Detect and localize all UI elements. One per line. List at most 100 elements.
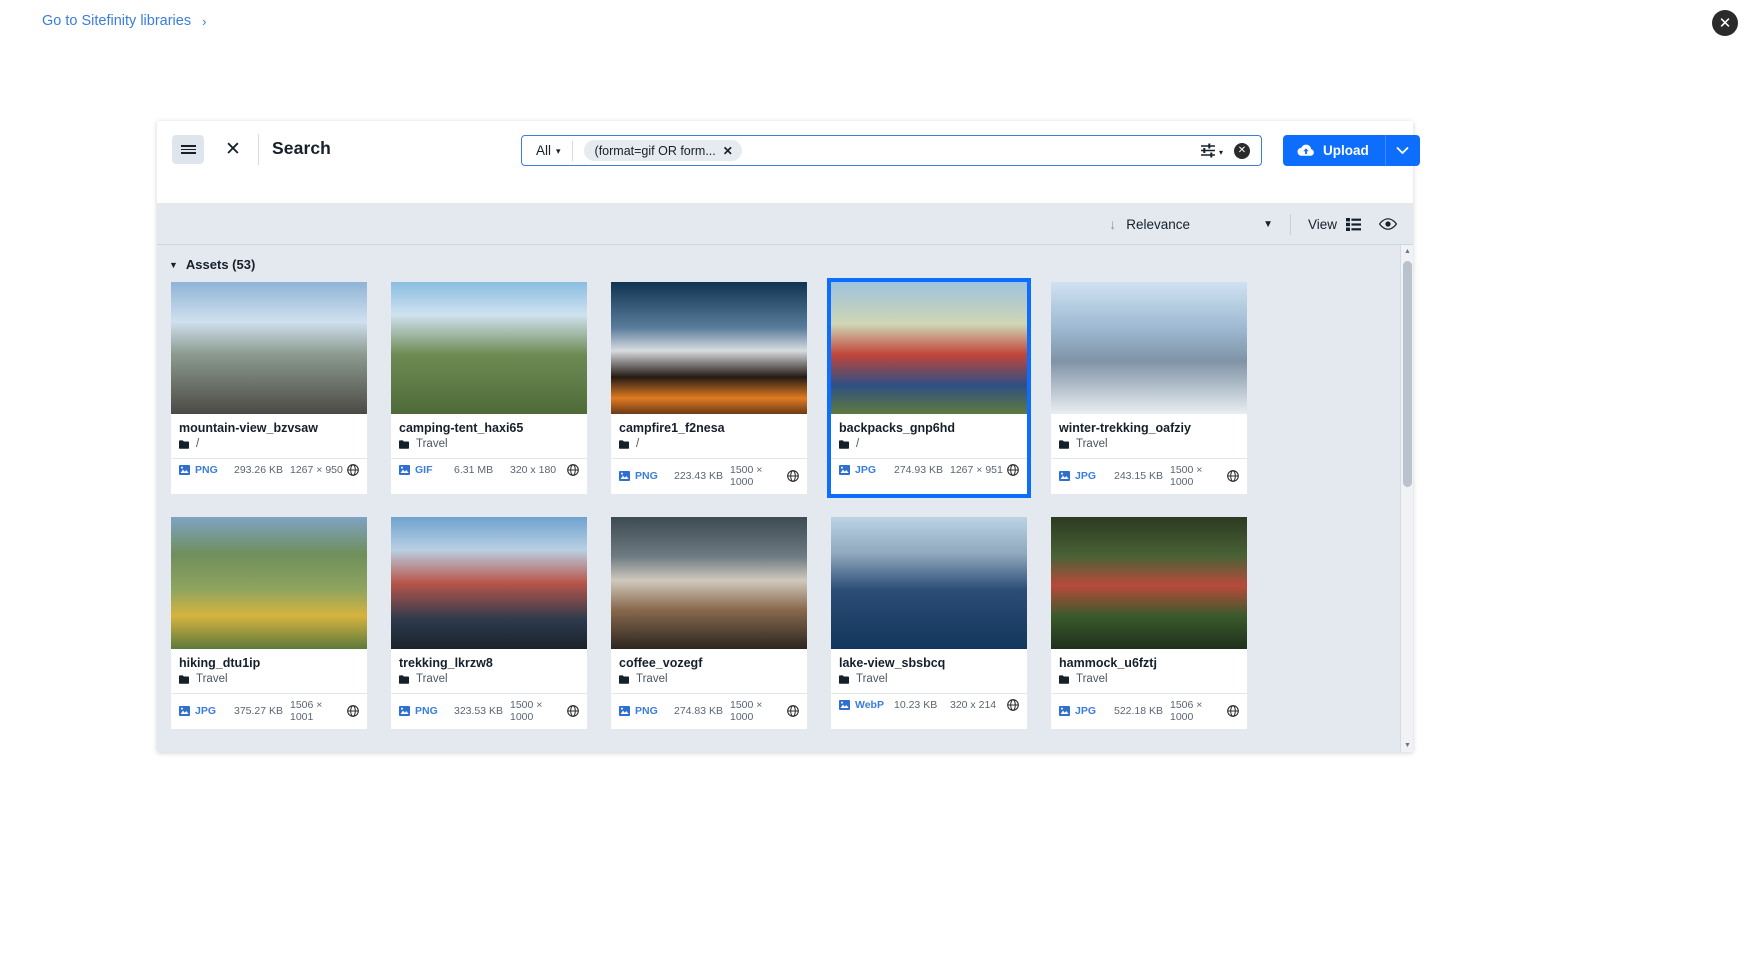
globe-icon[interactable]	[347, 705, 359, 717]
globe-icon[interactable]	[347, 464, 359, 476]
asset-card[interactable]: backpacks_gnp6hd/JPG274.93 KB1267 × 951	[831, 282, 1027, 494]
search-input-container[interactable]: All ▾ (format=gif OR form... ✕	[521, 135, 1262, 166]
asset-info: winter-trekking_oafziyTravel	[1051, 414, 1247, 454]
asset-folder: /	[179, 438, 359, 450]
globe-icon[interactable]	[567, 464, 579, 476]
asset-thumbnail[interactable]	[1051, 517, 1247, 649]
asset-card[interactable]: lake-view_sbsbcqTravelWebP10.23 KB320 x …	[831, 517, 1027, 729]
image-file-icon	[839, 465, 850, 475]
assets-group-header[interactable]: ▼ Assets (53)	[157, 245, 1413, 282]
view-mode-button[interactable]: View	[1308, 217, 1361, 232]
asset-grid: mountain-view_bzvsaw/PNG293.26 KB1267 × …	[157, 282, 1413, 729]
search-filter-chip-label: (format=gif OR form...	[595, 144, 716, 158]
asset-thumbnail[interactable]	[391, 517, 587, 649]
asset-size: 522.18 KB	[1114, 705, 1170, 717]
go-to-sitefinity-libraries-label: Go to Sitefinity libraries	[42, 13, 191, 29]
asset-size: 323.53 KB	[454, 705, 510, 717]
close-overlay-button[interactable]: ✕	[1712, 10, 1738, 36]
scroll-down-button[interactable]: ▼	[1401, 739, 1413, 752]
scope-divider	[572, 141, 573, 161]
asset-thumbnail[interactable]	[831, 517, 1027, 649]
sliders-icon	[1200, 143, 1217, 158]
globe-icon[interactable]	[1007, 699, 1019, 711]
asset-card[interactable]: camping-tent_haxi65TravelGIF6.31 MB320 x…	[391, 282, 587, 494]
asset-meta: PNG323.53 KB1500 × 1000	[391, 693, 587, 729]
vertical-scrollbar[interactable]: ▲ ▼	[1400, 245, 1413, 752]
remove-filter-chip-icon[interactable]: ✕	[723, 145, 733, 157]
globe-icon[interactable]	[567, 705, 579, 717]
collapse-triangle-icon: ▼	[169, 260, 178, 270]
asset-folder-label: Travel	[1076, 673, 1108, 685]
asset-size: 274.83 KB	[674, 705, 730, 717]
globe-icon[interactable]	[1227, 705, 1239, 717]
upload-button-group[interactable]: Upload	[1283, 135, 1420, 166]
asset-thumbnail[interactable]	[1051, 282, 1247, 414]
asset-thumbnail[interactable]	[831, 282, 1027, 414]
dialog-close-button[interactable]: ✕	[221, 137, 245, 161]
chevron-down-icon: ▼	[1263, 219, 1273, 230]
asset-folder: Travel	[1059, 673, 1239, 685]
close-icon: ✕	[1719, 16, 1732, 31]
asset-format-label: JPG	[855, 464, 876, 476]
upload-button[interactable]: Upload	[1283, 135, 1385, 166]
go-to-sitefinity-libraries-link[interactable]: Go to Sitefinity libraries ›	[42, 13, 206, 29]
asset-thumbnail[interactable]	[611, 282, 807, 414]
page-topbar: Go to Sitefinity libraries › ✕	[0, 0, 1752, 44]
asset-meta: PNG274.83 KB1500 × 1000	[611, 693, 807, 729]
image-file-icon	[179, 706, 190, 716]
asset-dimensions: 1500 × 1000	[730, 699, 787, 723]
asset-meta: JPG522.18 KB1506 × 1000	[1051, 693, 1247, 729]
sort-direction-icon[interactable]: ↓	[1109, 217, 1116, 231]
sort-dropdown[interactable]: ↓ Relevance ▼	[1109, 217, 1273, 232]
asset-title: backpacks_gnp6hd	[839, 421, 1019, 435]
asset-size: 375.27 KB	[234, 705, 290, 717]
toolbar-divider	[1290, 214, 1291, 235]
menu-toggle-button[interactable]	[172, 135, 204, 164]
asset-card[interactable]: trekking_lkrzw8TravelPNG323.53 KB1500 × …	[391, 517, 587, 729]
asset-folder: Travel	[399, 673, 579, 685]
image-file-icon	[1059, 471, 1070, 481]
advanced-filter-button[interactable]: ▾	[1200, 143, 1223, 158]
scroll-up-button[interactable]: ▲	[1401, 245, 1413, 258]
globe-icon[interactable]	[787, 705, 799, 717]
asset-size: 293.26 KB	[234, 464, 290, 476]
asset-thumbnail[interactable]	[171, 282, 367, 414]
asset-title: winter-trekking_oafziy	[1059, 421, 1239, 435]
upload-dropdown-toggle[interactable]	[1385, 135, 1420, 166]
results-area: ▼ Assets (53) mountain-view_bzvsaw/PNG29…	[157, 244, 1413, 752]
preview-toggle-button[interactable]	[1379, 218, 1397, 230]
asset-title: mountain-view_bzvsaw	[179, 421, 359, 435]
asset-dimensions: 1267 × 950	[290, 464, 347, 476]
globe-icon[interactable]	[787, 470, 799, 482]
asset-folder-label: /	[196, 438, 199, 450]
asset-meta: JPG243.15 KB1500 × 1000	[1051, 458, 1247, 494]
asset-thumbnail[interactable]	[171, 517, 367, 649]
sort-label: Relevance	[1126, 217, 1190, 232]
scrollbar-thumb[interactable]	[1403, 261, 1412, 487]
globe-icon[interactable]	[1227, 470, 1239, 482]
asset-format-label: JPG	[195, 705, 216, 717]
asset-card[interactable]: coffee_vozegfTravelPNG274.83 KB1500 × 10…	[611, 517, 807, 729]
asset-card[interactable]: hiking_dtu1ipTravelJPG375.27 KB1506 × 10…	[171, 517, 367, 729]
asset-card[interactable]: mountain-view_bzvsaw/PNG293.26 KB1267 × …	[171, 282, 367, 494]
asset-title: camping-tent_haxi65	[399, 421, 579, 435]
asset-card[interactable]: campfire1_f2nesa/PNG223.43 KB1500 × 1000	[611, 282, 807, 494]
asset-size: 223.43 KB	[674, 470, 730, 482]
asset-format: GIF	[399, 464, 454, 476]
asset-thumbnail[interactable]	[391, 282, 587, 414]
hamburger-icon	[181, 143, 196, 155]
globe-icon[interactable]	[1007, 464, 1019, 476]
asset-size: 10.23 KB	[894, 699, 950, 711]
asset-thumbnail[interactable]	[611, 517, 807, 649]
clear-search-button[interactable]: ✕	[1234, 143, 1250, 159]
asset-card[interactable]: hammock_u6fztjTravelJPG522.18 KB1506 × 1…	[1051, 517, 1247, 729]
search-scope-dropdown[interactable]: All ▾	[522, 136, 572, 165]
asset-card[interactable]: winter-trekking_oafziyTravel JPG243.15 KB…	[1051, 282, 1247, 494]
search-filter-chip[interactable]: (format=gif OR form... ✕	[584, 140, 742, 161]
asset-format-label: WebP	[855, 699, 884, 711]
asset-info: camping-tent_haxi65Travel	[391, 414, 587, 454]
asset-meta: JPG375.27 KB1506 × 1001	[171, 693, 367, 729]
asset-dimensions: 1500 × 1000	[1170, 464, 1227, 488]
asset-size: 6.31 MB	[454, 464, 510, 476]
close-icon: ✕	[225, 140, 241, 159]
